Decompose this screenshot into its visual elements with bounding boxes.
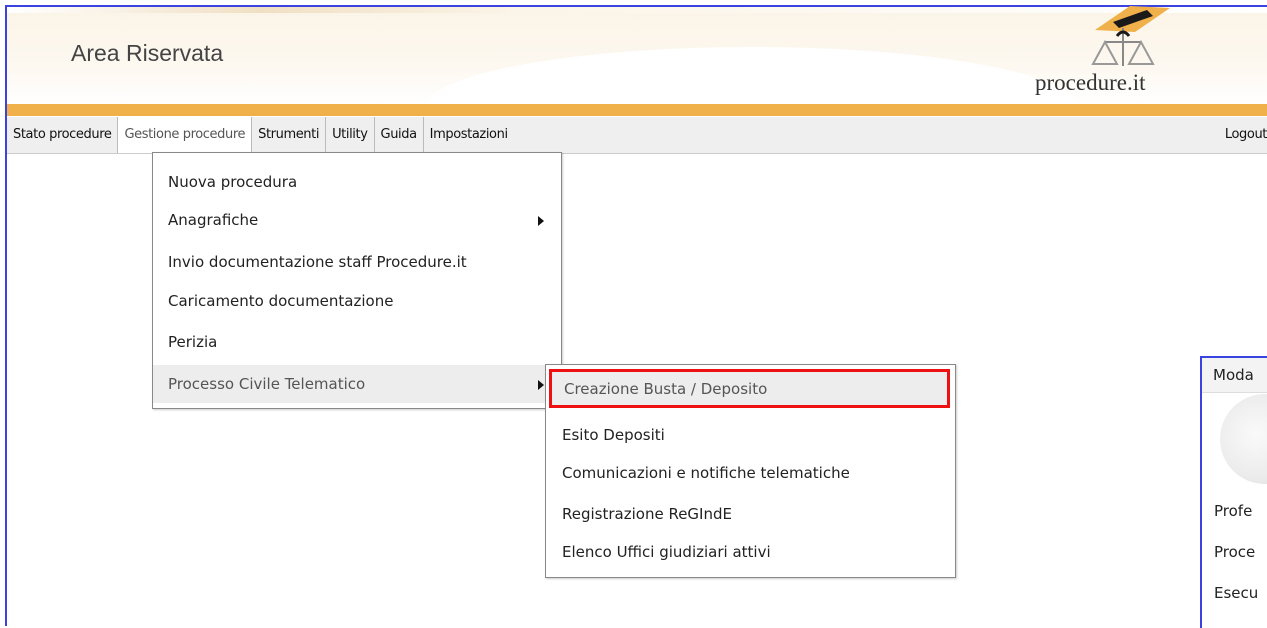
dropdown-item-perizia[interactable]: Perizia [153, 323, 561, 361]
submenu-item-label: Esito Depositi [562, 426, 665, 444]
menu-guida[interactable]: Guida [375, 117, 424, 153]
submenu-item-label: Comunicazioni e notifiche telematiche [562, 464, 850, 482]
menu-stato-procedure[interactable]: Stato procedure [7, 117, 119, 153]
dropdown-item-processo-civile-telematico[interactable]: Processo Civile Telematico [153, 365, 561, 403]
main-menubar: Stato procedure Gestione procedure Strum… [7, 117, 1267, 154]
logout-link[interactable]: Logout [1225, 117, 1267, 153]
page-title: Area Riservata [71, 40, 224, 66]
dropdown-item-nuova-procedura[interactable]: Nuova procedura [153, 163, 561, 201]
submenu-item-label: Creazione Busta / Deposito [564, 380, 768, 398]
submenu-item-esito-depositi[interactable]: Esito Depositi [546, 415, 955, 455]
menu-impostazioni[interactable]: Impostazioni [424, 117, 514, 153]
side-panel-circle-icon [1220, 394, 1267, 484]
submenu-arrow-icon [538, 216, 544, 226]
dropdown-item-anagrafiche[interactable]: Anagrafiche [153, 201, 561, 239]
submenu-item-label: Elenco Uffici giudiziari attivi [562, 543, 771, 561]
submenu-item-label: Registrazione ReGIndE [562, 505, 732, 523]
dropdown-item-invio-documentazione[interactable]: Invio documentazione staff Procedure.it [153, 243, 561, 281]
side-panel-header: Moda [1202, 358, 1267, 393]
submenu-item-creazione-busta-deposito[interactable]: Creazione Busta / Deposito [549, 369, 950, 408]
logo-text[interactable]: procedure.it [1035, 70, 1145, 96]
submenu-item-elenco-uffici[interactable]: Elenco Uffici giudiziari attivi [546, 532, 955, 572]
side-panel-link[interactable]: Esecu [1214, 584, 1258, 602]
menu-gestione-procedure[interactable]: Gestione procedure [118, 117, 253, 153]
side-panel: Moda Profe Proce Esecu [1200, 356, 1267, 628]
dropdown-item-label: Nuova procedura [168, 173, 298, 191]
side-panel-link[interactable]: Proce [1214, 543, 1255, 561]
dropdown-item-label: Processo Civile Telematico [168, 375, 366, 393]
submenu-arrow-icon [538, 380, 544, 390]
dropdown-item-label: Invio documentazione staff Procedure.it [168, 253, 467, 271]
accent-bar [7, 104, 1267, 116]
submenu-item-registrazione-reginde[interactable]: Registrazione ReGIndE [546, 494, 955, 534]
processo-civile-telematico-submenu: Creazione Busta / Deposito Esito Deposit… [545, 364, 956, 578]
header-swoosh [427, 47, 1077, 105]
side-panel-link[interactable]: Profe [1214, 502, 1252, 520]
dropdown-item-label: Caricamento documentazione [168, 292, 394, 310]
dropdown-item-label: Anagrafiche [168, 211, 259, 229]
submenu-item-comunicazioni-notifiche[interactable]: Comunicazioni e notifiche telematiche [546, 453, 955, 493]
gestione-procedure-dropdown: Nuova procedura Anagrafiche Invio docume… [152, 152, 562, 409]
dropdown-item-caricamento-documentazione[interactable]: Caricamento documentazione [153, 282, 561, 320]
menu-strumenti[interactable]: Strumenti [252, 117, 327, 153]
menu-utility[interactable]: Utility [326, 117, 375, 153]
dropdown-item-label: Perizia [168, 333, 218, 351]
